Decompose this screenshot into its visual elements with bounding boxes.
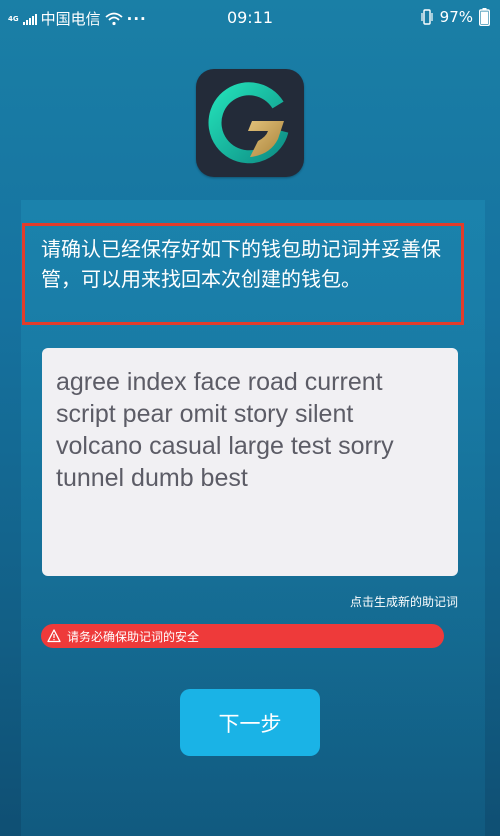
status-bar: 4G 中国电信 ··· 09:11 97% <box>0 0 500 36</box>
battery-level: 97% <box>439 8 473 26</box>
warning-text: 请务必确保助记词的安全 <box>67 629 200 644</box>
warning-icon <box>47 629 61 643</box>
backup-notice-text: 请确认已经保存好如下的钱包助记词并妥善保管，可以用来找回本次创建的钱包。 <box>41 237 441 291</box>
g-logo-icon <box>208 82 289 164</box>
security-warning-banner: 请务必确保助记词的安全 <box>41 624 444 648</box>
next-step-button[interactable]: 下一步 <box>180 689 320 756</box>
status-right: 97% <box>420 8 490 26</box>
mnemonic-phrase-box: agree index face road current script pea… <box>42 348 458 576</box>
regenerate-mnemonic-link[interactable]: 点击生成新的助记词 <box>350 593 458 610</box>
battery-icon <box>479 8 490 26</box>
app-logo <box>196 69 304 177</box>
backup-notice: 请确认已经保存好如下的钱包助记词并妥善保管，可以用来找回本次创建的钱包。 <box>22 223 464 325</box>
mnemonic-words: agree index face road current script pea… <box>56 368 394 492</box>
vibrate-icon <box>421 9 433 25</box>
